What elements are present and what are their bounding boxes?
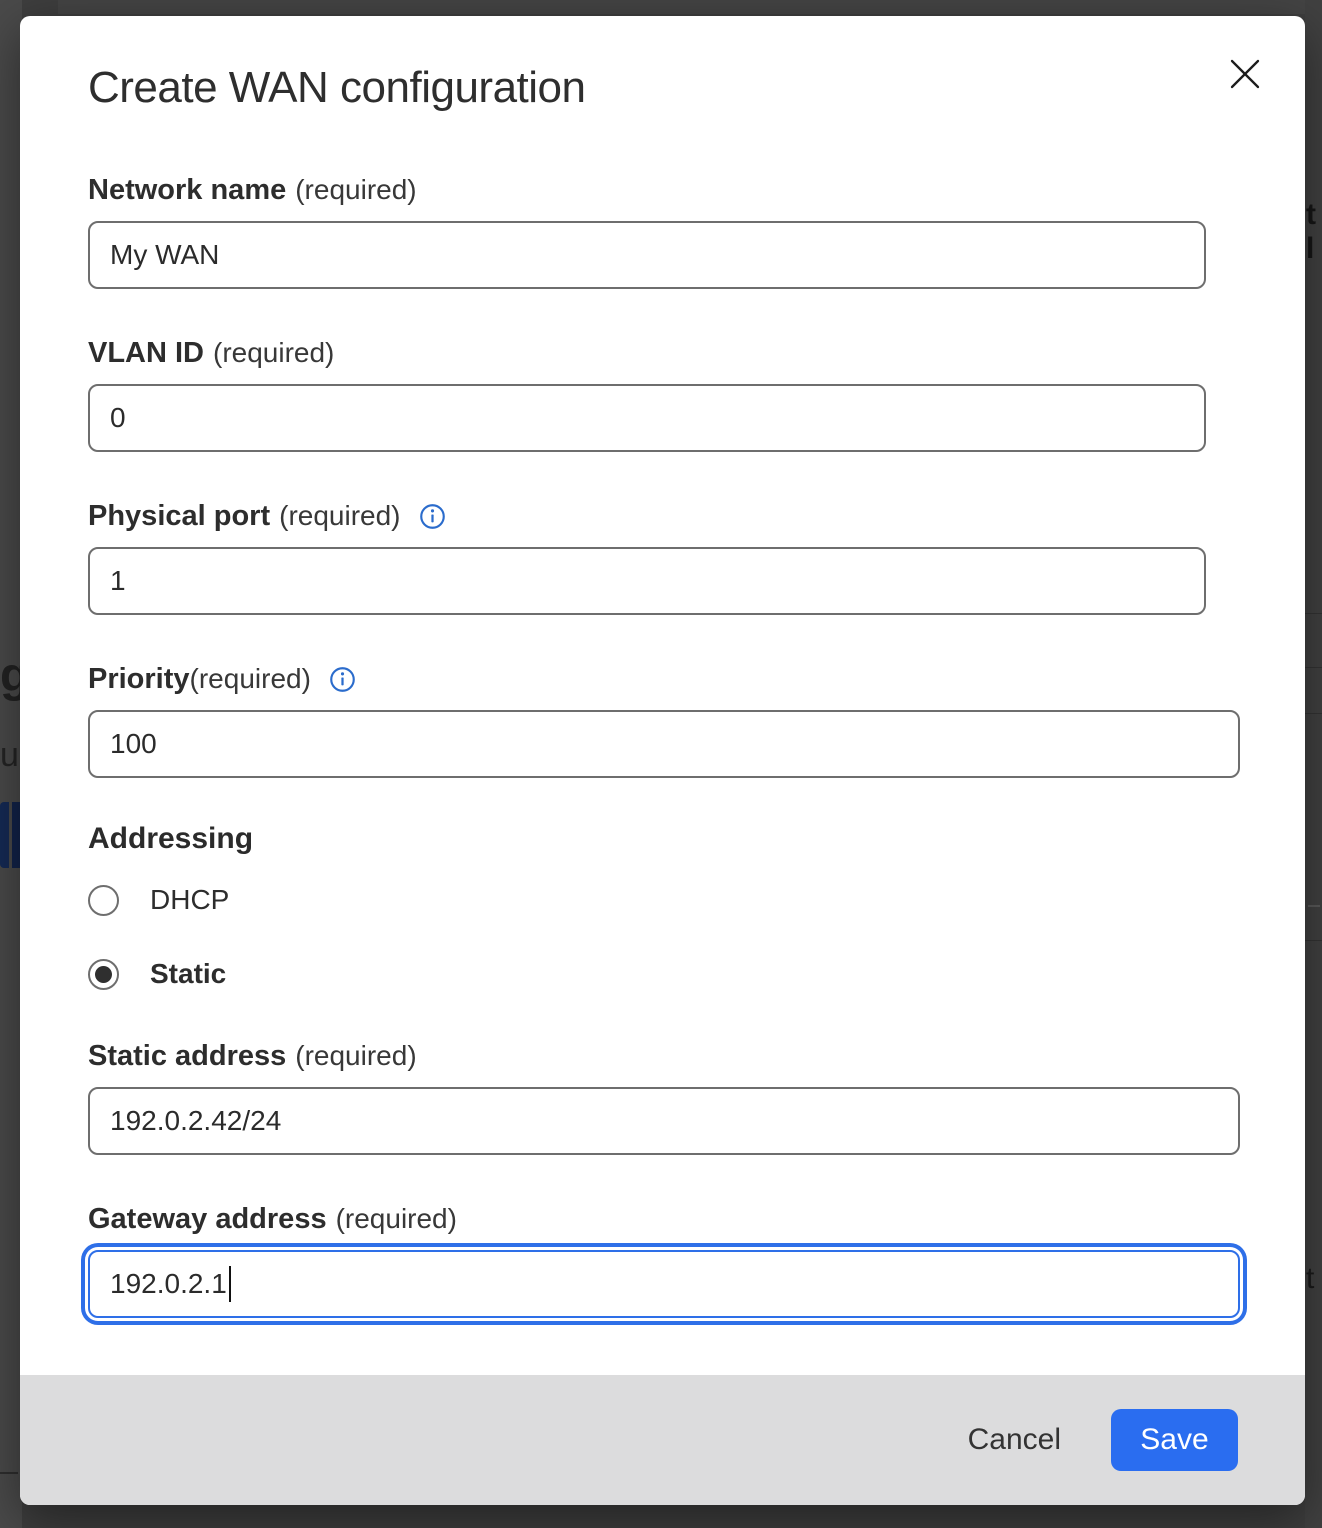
- priority-value: 100: [110, 728, 157, 760]
- static-address-input[interactable]: 192.0.2.42/24: [88, 1087, 1240, 1155]
- gateway-address-value: 192.0.2.1: [110, 1268, 227, 1300]
- field-priority: Priority (required) 100: [88, 661, 1237, 778]
- vlan-id-label: VLAN ID: [88, 335, 204, 371]
- radio-circle-selected: [88, 959, 119, 990]
- cancel-button[interactable]: Cancel: [968, 1423, 1061, 1457]
- field-physical-port: Physical port (required) 1: [88, 498, 1237, 615]
- priority-input[interactable]: 100: [88, 710, 1240, 778]
- field-network-name: Network name (required) My WAN: [88, 172, 1237, 289]
- gateway-address-input[interactable]: 192.0.2.1: [88, 1250, 1240, 1318]
- field-label: VLAN ID (required): [88, 335, 1237, 371]
- background-left-strip: [0, 0, 22, 1528]
- network-name-value: My WAN: [110, 239, 219, 271]
- field-label: Gateway address (required): [88, 1201, 1237, 1237]
- field-gateway-address: Gateway address (required) 192.0.2.1: [88, 1201, 1237, 1318]
- vlan-id-input[interactable]: 0: [88, 384, 1206, 452]
- background-text-fragment: t l: [1306, 198, 1322, 266]
- vlan-id-value: 0: [110, 402, 126, 434]
- info-icon[interactable]: [329, 666, 356, 693]
- field-vlan-id: VLAN ID (required) 0: [88, 335, 1237, 452]
- static-address-value: 192.0.2.42/24: [110, 1105, 281, 1137]
- radio-circle-unselected: [88, 885, 119, 916]
- create-wan-dialog: Create WAN configuration Network name (r…: [20, 16, 1305, 1505]
- gateway-address-label: Gateway address: [88, 1201, 327, 1237]
- physical-port-label: Physical port: [88, 498, 270, 534]
- radio-dhcp[interactable]: DHCP: [88, 884, 1237, 916]
- background-divider: [1305, 613, 1322, 614]
- radio-dhcp-label: DHCP: [150, 884, 229, 916]
- physical-port-value: 1: [110, 565, 126, 597]
- background-text-fragment: t: [1306, 1262, 1314, 1296]
- required-hint: (required): [295, 172, 416, 208]
- info-icon[interactable]: [419, 503, 446, 530]
- field-label: Network name (required): [88, 172, 1237, 208]
- priority-label: Priority: [88, 661, 190, 697]
- radio-static[interactable]: Static: [88, 958, 1237, 990]
- field-label: Static address (required): [88, 1038, 1237, 1074]
- required-hint: (required): [213, 335, 334, 371]
- background-button-fragment: [0, 802, 9, 868]
- required-hint: (required): [190, 661, 311, 697]
- field-label: Priority (required): [88, 661, 1237, 697]
- addressing-heading: Addressing: [88, 820, 1237, 858]
- background-divider: [1308, 905, 1320, 907]
- network-name-label: Network name: [88, 172, 286, 208]
- static-address-label: Static address: [88, 1038, 286, 1074]
- network-name-input[interactable]: My WAN: [88, 221, 1206, 289]
- field-label: Physical port (required): [88, 498, 1237, 534]
- save-button[interactable]: Save: [1111, 1409, 1238, 1471]
- physical-port-input[interactable]: 1: [88, 547, 1206, 615]
- background-text-fragment: u: [0, 736, 19, 775]
- background-right-strip: [1305, 0, 1322, 1528]
- background-divider: [1305, 713, 1322, 714]
- radio-static-label: Static: [150, 958, 226, 990]
- required-hint: (required): [295, 1038, 416, 1074]
- background-divider: [1305, 667, 1322, 668]
- required-hint: (required): [336, 1201, 457, 1237]
- background-divider: [0, 1472, 18, 1474]
- field-static-address: Static address (required) 192.0.2.42/24: [88, 1038, 1237, 1155]
- dialog-footer: Cancel Save: [20, 1375, 1305, 1505]
- dialog-title: Create WAN configuration: [88, 62, 1237, 114]
- background-divider: [1305, 940, 1322, 941]
- required-hint: (required): [279, 498, 400, 534]
- background-window-edge: [58, 0, 1305, 14]
- text-cursor: [229, 1266, 231, 1302]
